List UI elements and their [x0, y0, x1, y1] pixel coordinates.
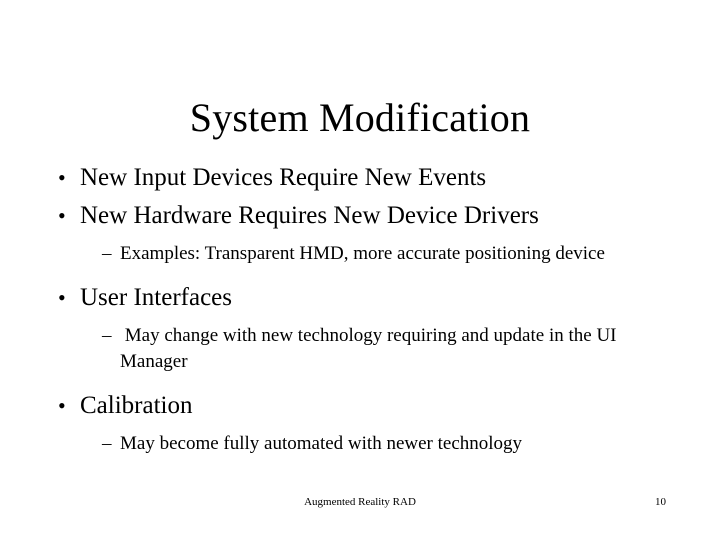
bullet-marker-icon: •: [58, 393, 66, 418]
sub-list-item-label: May change with new technology requiring…: [120, 325, 622, 372]
list-item-label: User Interfaces: [80, 284, 232, 311]
bullet-marker-icon: •: [58, 285, 66, 310]
bullet-marker-icon: •: [58, 203, 66, 228]
list-item-label: New Hardware Requires New Device Drivers: [80, 202, 539, 229]
sub-list-item-label: Examples: Transparent HMD, more accurate…: [120, 243, 605, 264]
dash-marker-icon: –: [102, 325, 112, 346]
slide: System Modification • New Input Devices …: [0, 0, 720, 540]
list-item-label: Calibration: [80, 392, 193, 419]
sub-list-item-label: May become fully automated with newer te…: [120, 433, 523, 454]
footer-text: Augmented Reality RAD: [304, 496, 416, 508]
page-number: 10: [655, 496, 666, 508]
list-item: • New Hardware Requires New Device Drive…: [58, 197, 668, 235]
dash-marker-icon: –: [102, 243, 112, 264]
list-item: • Calibration: [58, 387, 668, 425]
slide-body: • New Input Devices Require New Events •…: [58, 159, 668, 457]
sub-list-item: – Examples: Transparent HMD, more accura…: [58, 241, 668, 267]
sub-list-item: – May change with new technology requiri…: [58, 323, 668, 375]
bullet-marker-icon: •: [58, 165, 66, 190]
list-item-label: New Input Devices Require New Events: [80, 164, 487, 191]
dash-marker-icon: –: [102, 433, 112, 454]
sub-list-item: – May become fully automated with newer …: [58, 431, 668, 457]
list-item: • User Interfaces: [58, 279, 668, 317]
list-item: • New Input Devices Require New Events: [58, 159, 668, 197]
page-title: System Modification: [189, 94, 531, 140]
